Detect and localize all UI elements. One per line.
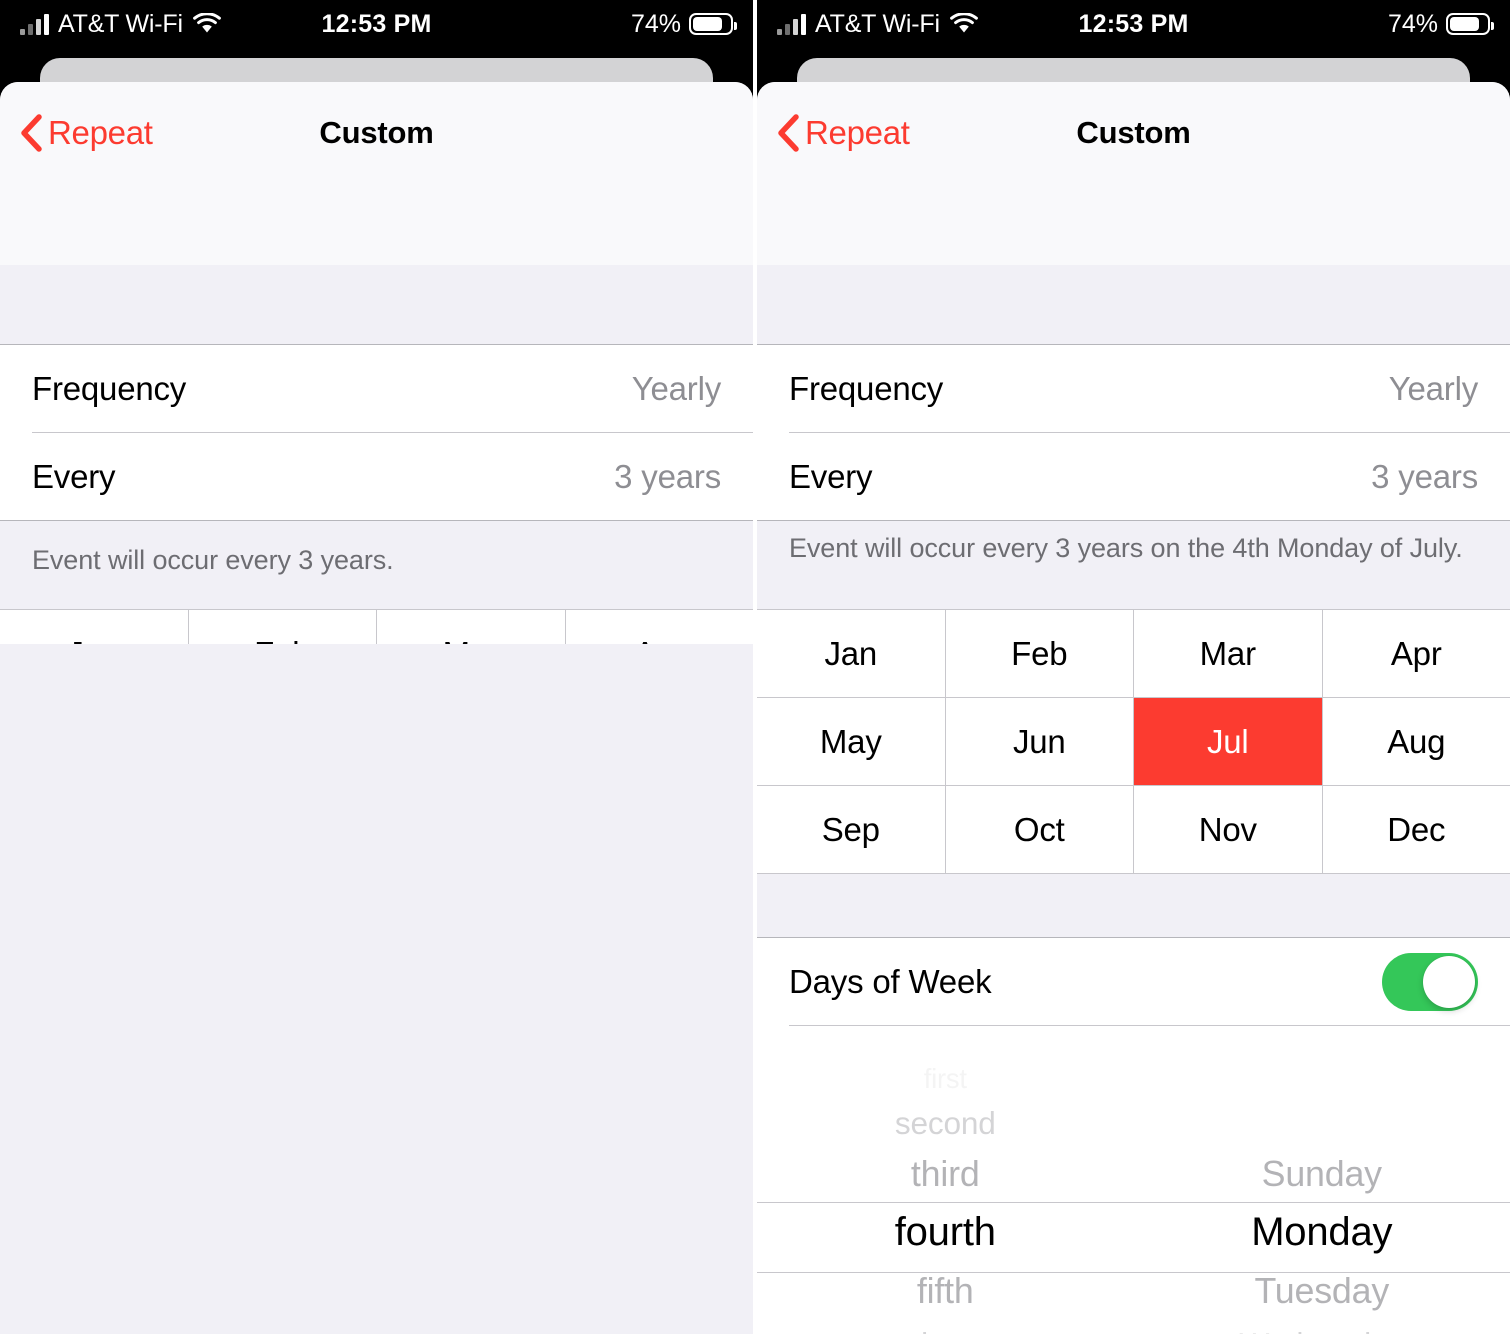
picker-option-second[interactable]: second <box>757 1105 1134 1142</box>
every-value: 3 years <box>614 458 721 495</box>
recurrence-note: Event will occur every 3 years on the 4t… <box>757 521 1510 566</box>
back-button[interactable]: Repeat <box>18 113 153 153</box>
recurrence-note: Event will occur every 3 years. <box>0 521 753 578</box>
frequency-value: Yearly <box>1388 370 1479 407</box>
screenshot-stage: AT&T Wi-Fi 12:53 PM 74% Repeat Custom Fr… <box>0 0 1510 1334</box>
battery-icon <box>1446 13 1494 35</box>
picker-option-fourth[interactable]: fourth <box>757 1210 1134 1255</box>
days-of-week-toggle[interactable] <box>1382 953 1478 1011</box>
month-cell-feb[interactable]: Feb <box>945 610 1133 697</box>
days-of-week-row[interactable]: Days of Week <box>757 938 1510 1026</box>
toggle-knob <box>1423 956 1475 1008</box>
every-label: Every <box>32 458 116 495</box>
frequency-value: Yearly <box>631 370 722 407</box>
back-button[interactable]: Repeat <box>775 113 910 153</box>
right-screen: AT&T Wi-Fi 12:53 PM 74% Repeat Custom Fr… <box>757 0 1510 1334</box>
left-screen: AT&T Wi-Fi 12:53 PM 74% Repeat Custom Fr… <box>0 0 753 1334</box>
navigation-bar: Repeat Custom <box>757 82 1510 183</box>
back-button-label: Repeat <box>805 113 910 151</box>
frequency-label: Frequency <box>32 370 187 407</box>
picker-option-monday[interactable]: Monday <box>1134 1210 1510 1255</box>
month-cell-jul[interactable]: Jul <box>1134 698 1322 785</box>
month-cell-dec[interactable]: Dec <box>1322 786 1510 873</box>
day-of-week-picker[interactable]: first second third fourth fifth last Sunday Mo… <box>757 1026 1510 1334</box>
picker-columns: first second third fourth fifth last Sunday Mo… <box>757 1026 1510 1334</box>
month-cell-oct[interactable]: Oct <box>945 786 1133 873</box>
chevron-left-icon <box>21 113 42 152</box>
chevron-left-icon <box>778 113 799 152</box>
status-bar-right: 74% <box>630 0 737 48</box>
battery-percent-label: 74% <box>1387 9 1438 38</box>
picker-selection-bottom-line <box>757 1272 1510 1273</box>
recurrence-note-container: Event will occur every 3 years. <box>0 521 753 609</box>
month-cell-sep[interactable]: Sep <box>757 786 945 873</box>
recurrence-note-container: Event will occur every 3 years on the 4t… <box>757 521 1510 609</box>
empty-area <box>0 644 753 1334</box>
month-cell-nov[interactable]: Nov <box>1134 786 1322 873</box>
section-gap-middle <box>757 874 1510 938</box>
picker-option-wednesday[interactable]: Wednesday <box>1134 1326 1510 1334</box>
month-cell-aug[interactable]: Aug <box>1322 698 1510 785</box>
recurrence-group: Frequency Yearly Every 3 years <box>0 345 753 521</box>
battery-percent-label: 74% <box>630 9 681 38</box>
status-bar: AT&T Wi-Fi 12:53 PM 74% <box>0 0 753 48</box>
days-of-week-group-right: Days of Week <box>757 938 1510 1026</box>
month-cell-mar[interactable]: Mar <box>1134 610 1322 697</box>
month-cell-jan[interactable]: Jan <box>757 610 945 697</box>
settings-content: Frequency Yearly Every 3 years Event wil… <box>757 265 1510 1334</box>
picker-option-tuesday[interactable]: Tuesday <box>1134 1271 1510 1312</box>
section-gap-top <box>757 265 1510 345</box>
month-cell-may[interactable]: May <box>757 698 945 785</box>
picker-option-first[interactable]: first <box>757 1063 1134 1095</box>
status-bar-right: 74% <box>1387 0 1494 48</box>
month-cell-apr[interactable]: Apr <box>1322 610 1510 697</box>
picker-option-fifth[interactable]: fifth <box>757 1271 1134 1312</box>
frequency-row[interactable]: Frequency Yearly <box>0 345 753 433</box>
month-cell-jun[interactable]: Jun <box>945 698 1133 785</box>
status-bar: AT&T Wi-Fi 12:53 PM 74% <box>757 0 1510 48</box>
weekday-picker-column[interactable]: SundayMondayTuesdayWednesdayThursday <box>1134 1026 1510 1334</box>
picker-option-last[interactable]: last <box>757 1326 1134 1334</box>
picker-option-sunday[interactable]: Sunday <box>1134 1154 1510 1195</box>
picker-option-third[interactable]: third <box>757 1154 1134 1195</box>
month-grid-right: Jan Feb Mar Apr May Jun Jul Aug Sep Oct Nov Dec <box>757 609 1510 874</box>
every-value: 3 years <box>1371 458 1478 495</box>
back-button-label: Repeat <box>48 113 153 151</box>
picker-selection-top-line <box>757 1202 1510 1203</box>
modal-sheet: Repeat Custom Frequency Yearly Every 3 y… <box>0 82 753 1334</box>
ordinal-picker-column[interactable]: first second third fourth fifth last <box>757 1026 1134 1334</box>
settings-content: Frequency Yearly Every 3 years Event wil… <box>0 265 753 1334</box>
frequency-label: Frequency <box>789 370 944 407</box>
every-row[interactable]: Every 3 years <box>0 433 753 521</box>
navigation-bar: Repeat Custom <box>0 82 753 183</box>
modal-sheet: Repeat Custom Frequency Yearly Every 3 y… <box>757 82 1510 1334</box>
days-of-week-label: Days of Week <box>789 963 992 1000</box>
every-row[interactable]: Every 3 years <box>757 433 1510 521</box>
section-gap-top <box>0 265 753 345</box>
recurrence-group: Frequency Yearly Every 3 years <box>757 345 1510 521</box>
every-label: Every <box>789 458 873 495</box>
battery-icon <box>689 13 737 35</box>
frequency-row[interactable]: Frequency Yearly <box>757 345 1510 433</box>
